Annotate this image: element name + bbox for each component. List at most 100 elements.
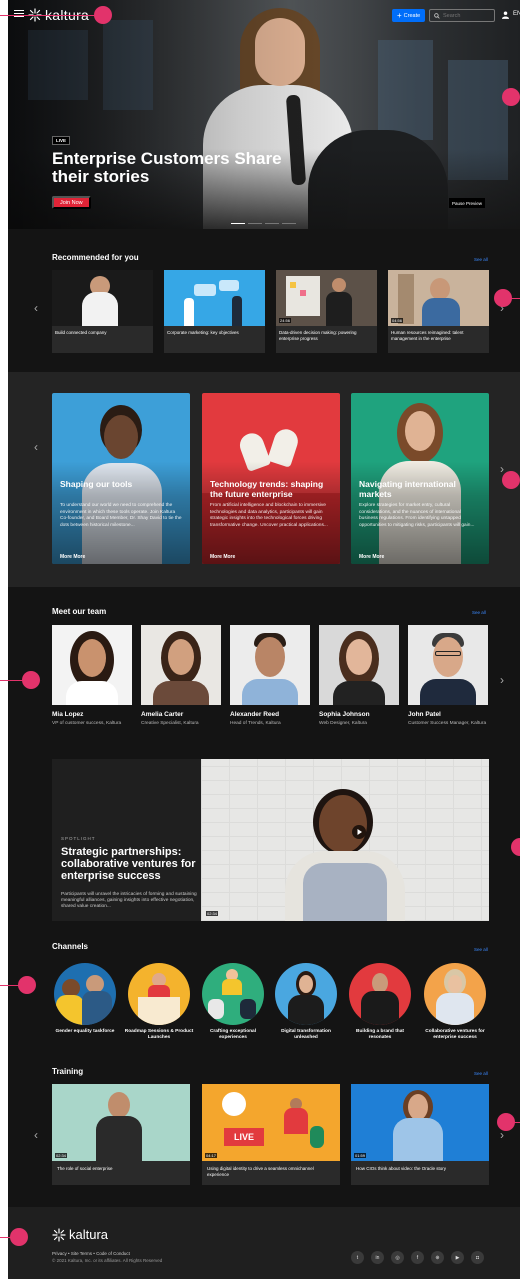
recommended-see-all-link[interactable]: See all xyxy=(474,257,488,262)
video-duration: 01:59 xyxy=(354,1153,367,1158)
web-icon[interactable]: ⊕ xyxy=(431,1251,444,1264)
instagram-icon[interactable]: ◎ xyxy=(391,1251,404,1264)
spotlight-video[interactable]: 02:34 xyxy=(201,759,489,921)
youtube-icon[interactable]: ▶ xyxy=(451,1251,464,1264)
team-member-card[interactable]: Mia Lopez VP of customer success, Kaltur… xyxy=(52,625,132,727)
search-field[interactable] xyxy=(429,9,495,22)
channel-card[interactable]: Collaborative ventures for enterprise su… xyxy=(420,963,490,1041)
annotation-marker xyxy=(10,1228,28,1246)
member-photo xyxy=(408,625,488,705)
linkedin-icon[interactable]: in xyxy=(371,1251,384,1264)
channel-card[interactable]: Roadmap Sessions & Product Launches xyxy=(124,963,194,1041)
featured-card-description: From artificial intelligence and blockch… xyxy=(210,503,328,528)
facebook-icon[interactable]: f xyxy=(411,1251,424,1264)
spotlight-description: Participants will unravel the intricacie… xyxy=(61,892,197,909)
annotation-marker xyxy=(94,6,112,24)
featured-card-description: To understand our world we need to compr… xyxy=(60,503,182,528)
chevron-right-icon[interactable]: › xyxy=(500,673,504,687)
create-button[interactable]: + Create xyxy=(392,9,426,22)
member-photo xyxy=(230,625,310,705)
twitter-icon[interactable]: t xyxy=(351,1251,364,1264)
featured-card[interactable]: Shaping our tools To understand our worl… xyxy=(52,393,190,564)
featured-card[interactable]: Technology trends: shaping the future en… xyxy=(202,393,340,564)
video-thumbnail xyxy=(164,270,265,326)
join-now-button[interactable]: Join Now xyxy=(52,196,91,209)
video-card[interactable]: 02:34 The role of social enterprise xyxy=(52,1084,190,1185)
channel-label: Digital transformation unleashed xyxy=(281,1029,331,1040)
member-photo xyxy=(141,625,221,705)
channel-image xyxy=(202,963,264,1025)
annotation-marker xyxy=(502,471,520,489)
chevron-left-icon[interactable]: ‹ xyxy=(34,440,38,454)
twitch-icon[interactable]: ◘ xyxy=(471,1251,484,1264)
more-link[interactable]: More More xyxy=(210,554,235,560)
member-role: Creative Specialist, Kaltura xyxy=(141,721,199,726)
more-link[interactable]: More More xyxy=(60,554,85,560)
channel-card[interactable]: Crafting exceptional experiences xyxy=(198,963,268,1041)
annotation-marker xyxy=(494,289,512,307)
featured-card-title: Technology trends: shaping the future en… xyxy=(210,479,324,499)
video-duration: 24:56 xyxy=(279,318,292,323)
hero-title: Enterprise Customers Share their stories xyxy=(52,149,282,186)
video-thumbnail: 04:56 xyxy=(388,270,489,326)
left-margin xyxy=(0,0,8,1279)
search-icon xyxy=(434,12,440,19)
footer-kaltura-logo[interactable]: kaltura xyxy=(52,1227,108,1242)
channels-see-all-link[interactable]: See all xyxy=(474,947,488,952)
annotation-marker xyxy=(502,88,520,106)
video-title: Build connected company xyxy=(52,326,153,353)
hero-carousel-indicator[interactable] xyxy=(231,223,296,224)
video-title: Corporate marketing: key objectives xyxy=(164,326,265,353)
page: LIVE Enterprise Customers Share their st… xyxy=(8,0,520,1279)
channel-label: Gender equality taskforce xyxy=(55,1029,115,1034)
language-selector[interactable]: EN xyxy=(513,11,520,17)
kaltura-logo-icon xyxy=(52,1227,66,1242)
play-icon[interactable] xyxy=(352,825,366,839)
training-see-all-link[interactable]: See all xyxy=(474,1071,488,1076)
featured-card-description: Explore strategies for market entry, cul… xyxy=(359,503,475,528)
channels-section: Channels See all Gender equality taskfor… xyxy=(8,935,520,1060)
spotlight-card[interactable]: SPOTLIGHT Strategic partnerships: collab… xyxy=(52,759,489,921)
team-member-card[interactable]: Amelia Carter Creative Specialist, Kaltu… xyxy=(141,625,221,727)
video-card[interactable]: 01:59 How CIOs think about video: the Or… xyxy=(351,1084,489,1185)
channel-card[interactable]: Gender equality taskforce xyxy=(50,963,120,1035)
channel-card[interactable]: Building a brand that resonates xyxy=(345,963,415,1041)
video-card[interactable]: 24:56 Data-driven decision making: power… xyxy=(276,270,377,353)
more-link[interactable]: More More xyxy=(359,554,384,560)
video-card[interactable]: Build connected company xyxy=(52,270,153,353)
team-member-card[interactable]: Sophia Johnson Web Designer, Kaltura xyxy=(319,625,399,727)
channel-card[interactable]: Digital transformation unleashed xyxy=(271,963,341,1041)
member-name: Sophia Johnson xyxy=(319,711,370,718)
video-title: Data-driven decision making: powering en… xyxy=(276,326,377,353)
team-member-card[interactable]: Alexander Reed Head of Trends, Kaltura xyxy=(230,625,310,727)
channel-label: Crafting exceptional experiences xyxy=(209,1029,257,1040)
member-role: Customer Success Manager, Kaltura xyxy=(408,721,487,726)
member-name: Alexander Reed xyxy=(230,711,280,718)
live-badge: LIVE xyxy=(52,136,71,145)
footer-links[interactable]: Privacy • Site Terms • Code of Conduct xyxy=(52,1251,130,1256)
team-member-card[interactable]: John Patel Customer Success Manager, Kal… xyxy=(408,625,488,727)
channel-label: Roadmap Sessions & Product Launches xyxy=(124,1029,194,1040)
member-role: Head of Trends, Kaltura xyxy=(230,721,281,726)
video-card[interactable]: 04:56 Human resources reimagined: talent… xyxy=(388,270,489,353)
training-section: Training See all ‹ › 02:34 The role of s… xyxy=(8,1060,520,1205)
video-thumbnail xyxy=(52,270,153,326)
featured-card-title: Navigating international markets xyxy=(359,479,456,499)
channels-title: Channels xyxy=(52,942,89,951)
channel-image xyxy=(275,963,337,1025)
copyright-text: © 2021 Kaltura, Inc. or its affiliates. … xyxy=(52,1258,163,1263)
search-input[interactable] xyxy=(443,12,493,19)
video-card[interactable]: Corporate marketing: key objectives xyxy=(164,270,265,353)
chevron-left-icon[interactable]: ‹ xyxy=(34,301,38,315)
pause-preview-button[interactable]: Pause Preview xyxy=(449,198,486,208)
video-title: The role of social enterprise xyxy=(52,1161,190,1185)
channel-image xyxy=(54,963,116,1025)
featured-card[interactable]: Navigating international markets Explore… xyxy=(351,393,489,564)
video-card[interactable]: LIVE 04:17 Using digital identity to dri… xyxy=(202,1084,340,1185)
chevron-left-icon[interactable]: ‹ xyxy=(34,1128,38,1142)
user-icon[interactable] xyxy=(502,11,509,19)
footer: kaltura Privacy • Site Terms • Code of C… xyxy=(8,1207,520,1279)
featured-carousel: ‹ › Shaping our tools To understand our … xyxy=(8,372,520,587)
team-see-all-link[interactable]: See all xyxy=(472,610,486,615)
menu-icon[interactable] xyxy=(14,10,24,18)
